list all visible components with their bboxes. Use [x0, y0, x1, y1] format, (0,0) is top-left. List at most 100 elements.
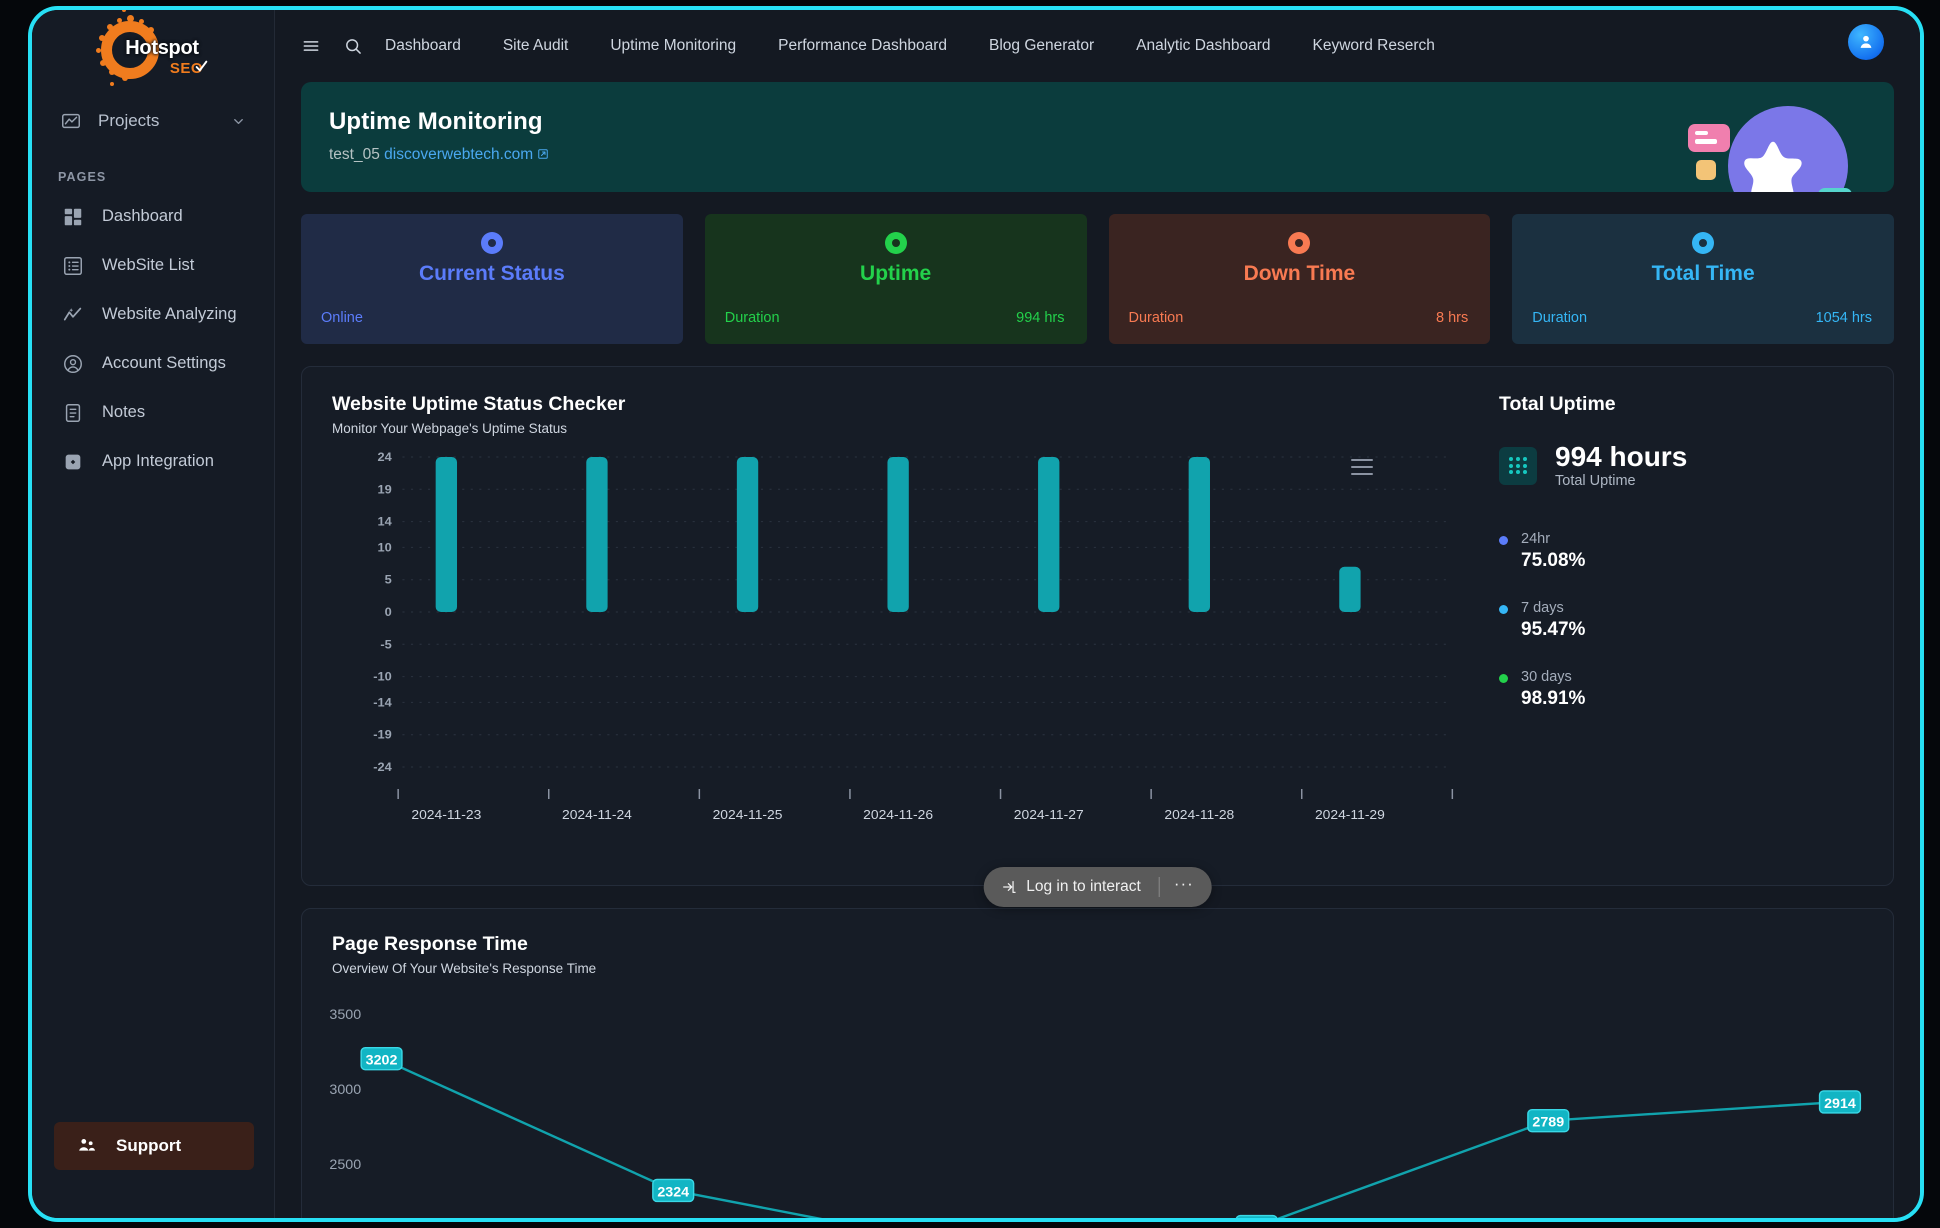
sidebar-section-label: PAGES [58, 170, 107, 184]
uptime-chart-subtitle: Monitor Your Webpage's Uptime Status [332, 421, 567, 436]
people-icon [79, 1139, 96, 1151]
uptime-metric-label: 30 days [1521, 669, 1572, 686]
total-uptime-hours: 994 hours [1555, 441, 1688, 472]
svg-text:2789: 2789 [1532, 1114, 1564, 1130]
svg-text:2500: 2500 [329, 1156, 361, 1172]
uptime-metric-30days: 30 days 98.91% [1499, 669, 1863, 710]
svg-text:-5: -5 [380, 638, 391, 652]
sidebar-item-account-settings-label: Account Settings [102, 354, 226, 372]
stat-card-foot-label: Duration [724, 310, 780, 326]
svg-text:-24: -24 [373, 760, 392, 774]
uptime-metric-label: 7 days [1521, 600, 1564, 617]
svg-text:19: 19 [378, 483, 392, 497]
page-subtitle: test_05 discoverwebtech.com [329, 146, 1894, 164]
svg-text:2024-11-29: 2024-11-29 [1315, 807, 1385, 822]
star-icon [1744, 141, 1802, 192]
search-icon[interactable] [343, 36, 363, 56]
uptime-metric-7days: 7 days 95.47% [1499, 600, 1863, 641]
site-domain-link[interactable]: discoverwebtech.com [384, 146, 533, 163]
message-card-shape [1688, 124, 1730, 152]
nav-link-keyword-reserch[interactable]: Keyword Reserch [1313, 37, 1435, 55]
uptime-metric-list: 24hr 75.08% 7 days 95.47% 30 days 98.91% [1499, 531, 1863, 710]
svg-text:5: 5 [385, 573, 392, 587]
response-time-line-chart: 3500300025002000320223241948208327892914 [329, 1006, 1862, 1218]
nav-link-site-audit[interactable]: Site Audit [503, 37, 569, 55]
svg-text:2324: 2324 [657, 1184, 689, 1200]
sidebar-item-notes-label: Notes [102, 403, 146, 421]
uptime-chart-title: Website Uptime Status Checker [332, 393, 626, 415]
banner-illustration [1678, 92, 1858, 192]
sidebar-item-dashboard-label: Dashboard [102, 207, 183, 225]
sidebar-item-notes[interactable]: Notes [46, 388, 260, 437]
support-button[interactable]: Support [54, 1122, 254, 1170]
svg-text:2024-11-25: 2024-11-25 [713, 807, 783, 822]
stat-card-foot-value: 994 hrs [1016, 310, 1065, 326]
stat-card-title: Down Time [1243, 262, 1356, 285]
sidebar-item-website-list[interactable]: WebSite List [46, 241, 260, 290]
support-button-label: Support [116, 1136, 182, 1155]
app-logo[interactable]: Hotspot SEO [32, 10, 274, 90]
nav-link-uptime-monitoring[interactable]: Uptime Monitoring [610, 37, 736, 55]
app-window: Hotspot SEO Projects PAGES Dashboard Web… [28, 6, 1924, 1222]
analytics-line-icon [63, 307, 82, 320]
svg-text:2024-11-28: 2024-11-28 [1164, 807, 1234, 822]
sidebar-item-website-list-label: WebSite List [102, 256, 195, 274]
logo-text: Hotspot [125, 36, 199, 59]
svg-text:3202: 3202 [366, 1052, 398, 1068]
status-dot-icon [1692, 232, 1715, 254]
sidebar: Hotspot SEO Projects PAGES Dashboard Web… [32, 10, 275, 1218]
sidebar-item-website-analyzing[interactable]: Website Analyzing [46, 290, 260, 339]
sidebar-item-projects[interactable]: Projects [50, 98, 256, 144]
sidebar-item-dashboard[interactable]: Dashboard [46, 192, 260, 241]
uptime-metric-label: 24hr [1521, 531, 1551, 548]
status-dot-icon [1288, 232, 1311, 254]
metric-bullet-icon [1499, 605, 1508, 615]
sidebar-item-projects-label: Projects [98, 111, 160, 130]
response-chart-subtitle: Overview Of Your Website's Response Time [332, 961, 597, 976]
svg-text:14: 14 [378, 515, 392, 529]
main-content: Uptime Monitoring test_05 discoverwebtec… [275, 82, 1920, 1218]
uptime-bar-chart-area: Website Uptime Status Checker Monitor Yo… [332, 393, 1463, 859]
svg-text:0: 0 [385, 605, 392, 619]
login-pill-label: Log in to interact [1026, 878, 1141, 895]
external-link-icon [538, 149, 548, 159]
nav-link-analytic-dashboard[interactable]: Analytic Dashboard [1136, 37, 1270, 55]
nav-link-performance-dashboard[interactable]: Performance Dashboard [778, 37, 947, 55]
uptime-metric-value: 98.91% [1521, 688, 1586, 710]
uptime-metric-value: 95.47% [1521, 619, 1586, 641]
page-banner: Uptime Monitoring test_05 discoverwebtec… [301, 82, 1894, 192]
app-integration-icon [65, 454, 81, 469]
stat-card-foot-label: Online [321, 310, 363, 326]
stat-card-title: Uptime [860, 262, 932, 285]
stat-card-title: Current Status [418, 262, 565, 285]
svg-text:2914: 2914 [1824, 1095, 1856, 1111]
sidebar-item-account-settings[interactable]: Account Settings [46, 339, 260, 388]
stat-card-current-status: Current Status Online [301, 214, 683, 344]
response-chart-title: Page Response Time [332, 933, 528, 955]
status-dot-icon [480, 232, 503, 254]
stat-card-foot-value: 1054 hrs [1815, 310, 1872, 326]
stat-card-down-time: Down Time Duration 8 hrs [1108, 214, 1491, 344]
pill-more-button[interactable]: ··· [1174, 874, 1206, 900]
check-icon [195, 60, 208, 72]
status-dot-icon [884, 232, 907, 254]
hamburger-icon[interactable] [301, 36, 321, 56]
note-icon [65, 403, 81, 422]
login-to-interact-pill[interactable]: Log in to interact ··· [983, 867, 1212, 907]
svg-text:2024-11-26: 2024-11-26 [863, 807, 933, 822]
nav-link-blog-generator[interactable]: Blog Generator [989, 37, 1094, 55]
sidebar-item-app-integration[interactable]: App Integration [46, 437, 260, 486]
metric-bullet-icon [1499, 536, 1508, 546]
profile-avatar[interactable] [1848, 24, 1884, 60]
topbar: Dashboard Site Audit Uptime Monitoring P… [275, 10, 1920, 82]
uptime-bar-chart: 24 19 14 10 5 0 -5 -10 -14 -19 -24 2024-11-23 2024-1… [373, 450, 1454, 822]
grid-dots-icon [1499, 446, 1537, 485]
svg-text:3500: 3500 [329, 1006, 361, 1022]
svg-text:-14: -14 [373, 696, 392, 710]
nav-link-dashboard[interactable]: Dashboard [385, 37, 461, 55]
list-icon [64, 256, 82, 275]
stat-card-uptime: Uptime Duration 994 hrs [704, 214, 1087, 344]
login-arrow-icon [1002, 881, 1016, 893]
svg-text:2024-11-23: 2024-11-23 [411, 807, 481, 822]
chevron-down-icon[interactable] [231, 114, 246, 129]
